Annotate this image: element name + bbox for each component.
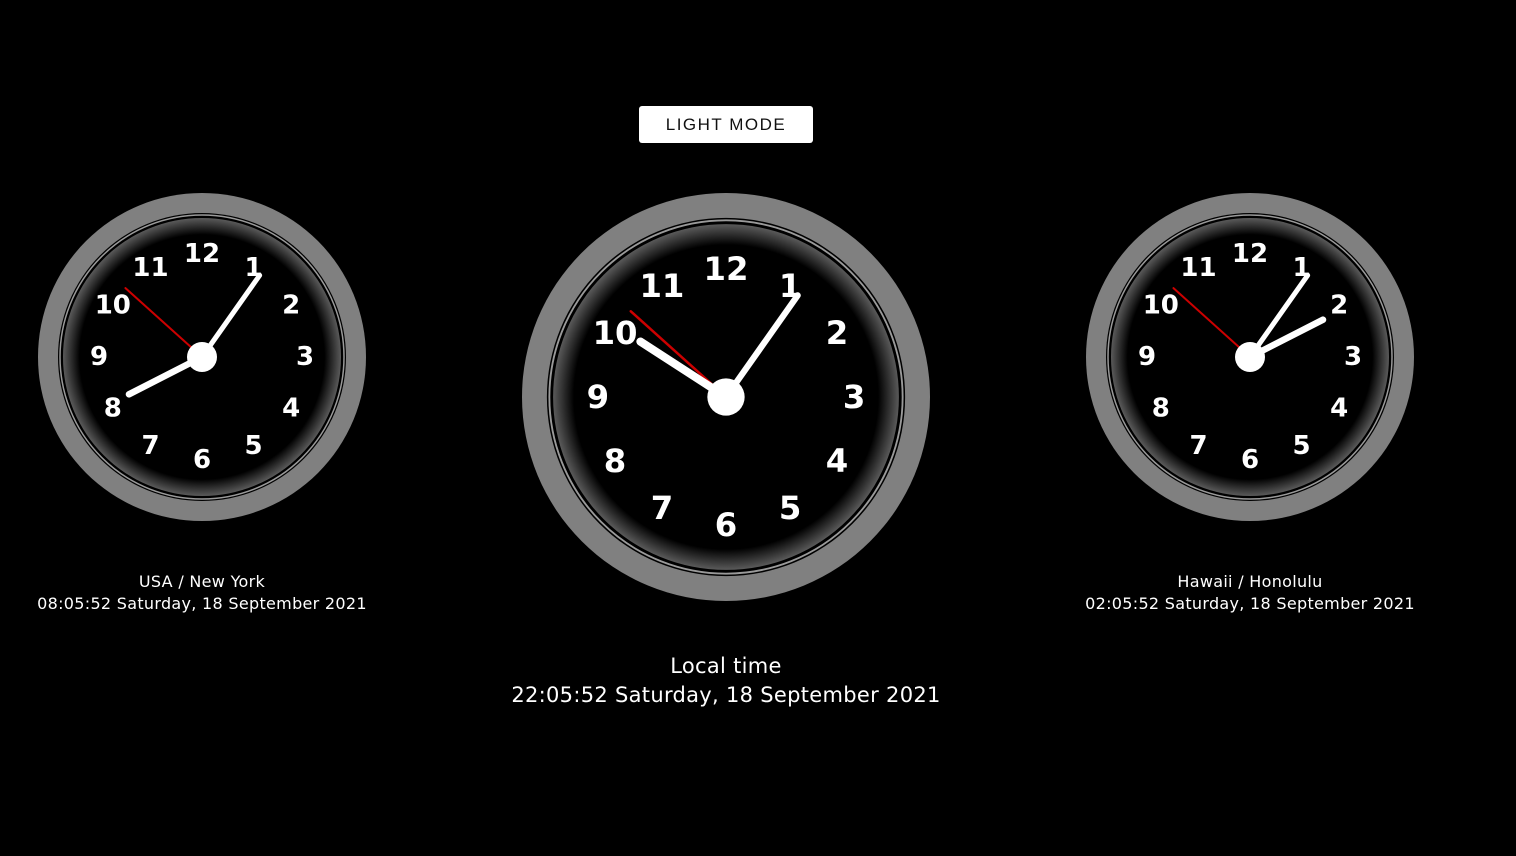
caption-new-york: USA / New York 08:05:52 Saturday, 18 Sep… [2,571,402,615]
clock-numeral: 7 [141,431,159,461]
clock-numeral: 4 [826,442,848,480]
clock-numeral: 4 [282,394,300,424]
clock-numeral: 12 [1232,239,1268,269]
caption-local: Local time 22:05:52 Saturday, 18 Septemb… [446,652,1006,710]
clock-center-cap [1235,342,1265,372]
clock-numeral: 12 [184,239,220,269]
location-label-honolulu: Hawaii / Honolulu [1177,572,1323,591]
clock-numeral: 11 [132,253,168,283]
clock-local: 12 1234567891011 [522,193,930,601]
clock-new-york: 12 1234567891011 [38,193,366,521]
clock-honolulu: 12 1234567891011 [1086,193,1414,521]
datetime-label-local: 22:05:52 Saturday, 18 September 2021 [511,683,941,707]
light-mode-button[interactable]: LIGHT MODE [639,106,813,143]
clock-numeral: 7 [1189,431,1207,461]
clock-numeral: 2 [282,291,300,321]
clock-numeral: 10 [1143,291,1179,321]
datetime-label-honolulu: 02:05:52 Saturday, 18 September 2021 [1085,594,1415,613]
clock-numeral: 6 [715,506,737,544]
world-clock-page: LIGHT MODE 12 1 2 3 4 5 6 7 8 9 10 11 USA / New Yor… [0,0,1516,856]
clock-numeral: 6 [193,445,211,475]
clock-numeral: 5 [1292,431,1310,461]
clock-center-cap [187,342,217,372]
clock-numeral: 3 [1344,342,1362,372]
clock-numeral: 10 [95,291,131,321]
clock-numeral: 7 [651,489,673,527]
clock-numeral: 10 [593,314,638,352]
clock-numeral: 9 [1138,342,1156,372]
clock-numeral: 8 [1152,394,1170,424]
clock-numeral: 12 [704,250,749,288]
location-label-new-york: USA / New York [138,572,266,591]
clock-numeral: 9 [587,378,609,416]
clock-numeral: 11 [1180,253,1216,283]
caption-honolulu: Hawaii / Honolulu 02:05:52 Saturday, 18 … [1050,571,1450,615]
clock-numeral: 9 [90,342,108,372]
clock-numeral: 2 [826,314,848,352]
clock-numeral: 2 [1330,291,1348,321]
clock-numeral: 6 [1241,445,1259,475]
clock-center-cap [707,378,745,416]
clock-numeral: 8 [604,442,626,480]
clock-numeral: 3 [296,342,314,372]
location-label-local: Local time [670,654,782,678]
clock-numeral: 8 [104,394,122,424]
clock-numeral: 11 [639,267,684,305]
clock-numeral: 5 [779,489,801,527]
clock-numeral: 4 [1330,394,1348,424]
clock-numeral: 5 [244,431,262,461]
clock-numeral: 3 [843,378,865,416]
datetime-label-new-york: 08:05:52 Saturday, 18 September 2021 [37,594,367,613]
